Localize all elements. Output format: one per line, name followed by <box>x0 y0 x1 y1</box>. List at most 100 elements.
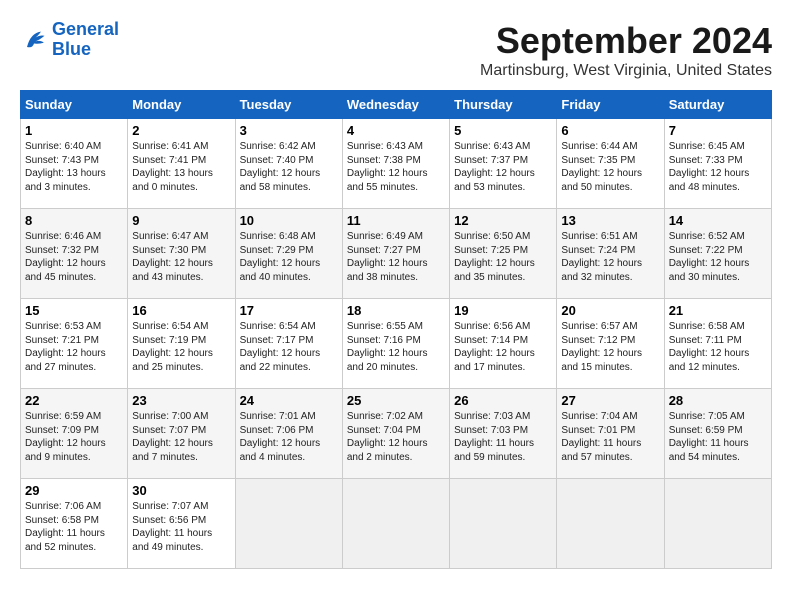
day-info: Sunrise: 6:51 AMSunset: 7:24 PMDaylight:… <box>561 231 642 283</box>
day-number: 1 <box>25 123 123 138</box>
day-info: Sunrise: 6:46 AMSunset: 7:32 PMDaylight:… <box>25 231 106 283</box>
calendar-cell: 4 Sunrise: 6:43 AMSunset: 7:38 PMDayligh… <box>342 119 449 209</box>
day-info: Sunrise: 7:00 AMSunset: 7:07 PMDaylight:… <box>132 411 213 463</box>
logo-line1: General <box>52 19 119 39</box>
calendar-cell: 7 Sunrise: 6:45 AMSunset: 7:33 PMDayligh… <box>664 119 771 209</box>
day-info: Sunrise: 6:54 AMSunset: 7:19 PMDaylight:… <box>132 321 213 373</box>
col-header-wednesday: Wednesday <box>342 91 449 119</box>
day-number: 8 <box>25 213 123 228</box>
day-number: 21 <box>669 303 767 318</box>
day-number: 7 <box>669 123 767 138</box>
calendar-cell: 28 Sunrise: 7:05 AMSunset: 6:59 PMDaylig… <box>664 389 771 479</box>
col-header-thursday: Thursday <box>450 91 557 119</box>
calendar-cell <box>450 479 557 569</box>
calendar-cell: 13 Sunrise: 6:51 AMSunset: 7:24 PMDaylig… <box>557 209 664 299</box>
logo-line2: Blue <box>52 39 91 59</box>
day-number: 25 <box>347 393 445 408</box>
calendar-cell: 8 Sunrise: 6:46 AMSunset: 7:32 PMDayligh… <box>21 209 128 299</box>
calendar-cell: 19 Sunrise: 6:56 AMSunset: 7:14 PMDaylig… <box>450 299 557 389</box>
location-title: Martinsburg, West Virginia, United State… <box>480 62 772 80</box>
month-title: September 2024 <box>480 20 772 62</box>
day-info: Sunrise: 6:56 AMSunset: 7:14 PMDaylight:… <box>454 321 535 373</box>
calendar-cell: 14 Sunrise: 6:52 AMSunset: 7:22 PMDaylig… <box>664 209 771 299</box>
day-info: Sunrise: 6:57 AMSunset: 7:12 PMDaylight:… <box>561 321 642 373</box>
calendar-cell: 10 Sunrise: 6:48 AMSunset: 7:29 PMDaylig… <box>235 209 342 299</box>
day-info: Sunrise: 6:48 AMSunset: 7:29 PMDaylight:… <box>240 231 321 283</box>
calendar-cell <box>664 479 771 569</box>
day-info: Sunrise: 7:02 AMSunset: 7:04 PMDaylight:… <box>347 411 428 463</box>
day-info: Sunrise: 6:41 AMSunset: 7:41 PMDaylight:… <box>132 141 213 193</box>
calendar-cell: 12 Sunrise: 6:50 AMSunset: 7:25 PMDaylig… <box>450 209 557 299</box>
day-number: 15 <box>25 303 123 318</box>
calendar-cell: 2 Sunrise: 6:41 AMSunset: 7:41 PMDayligh… <box>128 119 235 209</box>
day-number: 12 <box>454 213 552 228</box>
day-number: 30 <box>132 483 230 498</box>
day-number: 9 <box>132 213 230 228</box>
day-info: Sunrise: 6:47 AMSunset: 7:30 PMDaylight:… <box>132 231 213 283</box>
col-header-sunday: Sunday <box>21 91 128 119</box>
calendar-cell: 24 Sunrise: 7:01 AMSunset: 7:06 PMDaylig… <box>235 389 342 479</box>
calendar-cell: 25 Sunrise: 7:02 AMSunset: 7:04 PMDaylig… <box>342 389 449 479</box>
day-number: 5 <box>454 123 552 138</box>
calendar-cell <box>342 479 449 569</box>
day-info: Sunrise: 6:43 AMSunset: 7:37 PMDaylight:… <box>454 141 535 193</box>
calendar-cell: 6 Sunrise: 6:44 AMSunset: 7:35 PMDayligh… <box>557 119 664 209</box>
calendar-cell <box>557 479 664 569</box>
col-header-tuesday: Tuesday <box>235 91 342 119</box>
day-info: Sunrise: 7:06 AMSunset: 6:58 PMDaylight:… <box>25 501 105 553</box>
day-number: 14 <box>669 213 767 228</box>
day-number: 28 <box>669 393 767 408</box>
day-number: 3 <box>240 123 338 138</box>
calendar-cell: 9 Sunrise: 6:47 AMSunset: 7:30 PMDayligh… <box>128 209 235 299</box>
col-header-monday: Monday <box>128 91 235 119</box>
day-number: 10 <box>240 213 338 228</box>
day-number: 23 <box>132 393 230 408</box>
day-number: 19 <box>454 303 552 318</box>
day-info: Sunrise: 6:42 AMSunset: 7:40 PMDaylight:… <box>240 141 321 193</box>
day-number: 6 <box>561 123 659 138</box>
day-number: 26 <box>454 393 552 408</box>
day-info: Sunrise: 6:54 AMSunset: 7:17 PMDaylight:… <box>240 321 321 373</box>
col-header-saturday: Saturday <box>664 91 771 119</box>
day-info: Sunrise: 6:43 AMSunset: 7:38 PMDaylight:… <box>347 141 428 193</box>
day-info: Sunrise: 6:49 AMSunset: 7:27 PMDaylight:… <box>347 231 428 283</box>
calendar-cell: 23 Sunrise: 7:00 AMSunset: 7:07 PMDaylig… <box>128 389 235 479</box>
day-number: 24 <box>240 393 338 408</box>
day-number: 4 <box>347 123 445 138</box>
day-number: 17 <box>240 303 338 318</box>
calendar-cell: 21 Sunrise: 6:58 AMSunset: 7:11 PMDaylig… <box>664 299 771 389</box>
calendar-cell: 18 Sunrise: 6:55 AMSunset: 7:16 PMDaylig… <box>342 299 449 389</box>
logo: General Blue <box>20 20 119 60</box>
day-number: 29 <box>25 483 123 498</box>
day-number: 11 <box>347 213 445 228</box>
day-info: Sunrise: 7:07 AMSunset: 6:56 PMDaylight:… <box>132 501 212 553</box>
calendar-cell: 27 Sunrise: 7:04 AMSunset: 7:01 PMDaylig… <box>557 389 664 479</box>
calendar-cell: 5 Sunrise: 6:43 AMSunset: 7:37 PMDayligh… <box>450 119 557 209</box>
calendar-cell <box>235 479 342 569</box>
day-info: Sunrise: 6:50 AMSunset: 7:25 PMDaylight:… <box>454 231 535 283</box>
day-number: 20 <box>561 303 659 318</box>
day-number: 22 <box>25 393 123 408</box>
day-info: Sunrise: 6:55 AMSunset: 7:16 PMDaylight:… <box>347 321 428 373</box>
day-number: 18 <box>347 303 445 318</box>
calendar-cell: 20 Sunrise: 6:57 AMSunset: 7:12 PMDaylig… <box>557 299 664 389</box>
day-info: Sunrise: 6:59 AMSunset: 7:09 PMDaylight:… <box>25 411 106 463</box>
day-info: Sunrise: 7:05 AMSunset: 6:59 PMDaylight:… <box>669 411 749 463</box>
day-info: Sunrise: 6:45 AMSunset: 7:33 PMDaylight:… <box>669 141 750 193</box>
day-info: Sunrise: 6:52 AMSunset: 7:22 PMDaylight:… <box>669 231 750 283</box>
col-header-friday: Friday <box>557 91 664 119</box>
day-info: Sunrise: 7:01 AMSunset: 7:06 PMDaylight:… <box>240 411 321 463</box>
day-number: 16 <box>132 303 230 318</box>
day-info: Sunrise: 6:53 AMSunset: 7:21 PMDaylight:… <box>25 321 106 373</box>
day-info: Sunrise: 6:58 AMSunset: 7:11 PMDaylight:… <box>669 321 750 373</box>
calendar-cell: 15 Sunrise: 6:53 AMSunset: 7:21 PMDaylig… <box>21 299 128 389</box>
day-info: Sunrise: 6:44 AMSunset: 7:35 PMDaylight:… <box>561 141 642 193</box>
calendar-cell: 1 Sunrise: 6:40 AMSunset: 7:43 PMDayligh… <box>21 119 128 209</box>
calendar-cell: 26 Sunrise: 7:03 AMSunset: 7:03 PMDaylig… <box>450 389 557 479</box>
day-number: 27 <box>561 393 659 408</box>
day-info: Sunrise: 7:03 AMSunset: 7:03 PMDaylight:… <box>454 411 534 463</box>
day-info: Sunrise: 7:04 AMSunset: 7:01 PMDaylight:… <box>561 411 641 463</box>
day-info: Sunrise: 6:40 AMSunset: 7:43 PMDaylight:… <box>25 141 106 193</box>
calendar-cell: 11 Sunrise: 6:49 AMSunset: 7:27 PMDaylig… <box>342 209 449 299</box>
calendar-cell: 16 Sunrise: 6:54 AMSunset: 7:19 PMDaylig… <box>128 299 235 389</box>
